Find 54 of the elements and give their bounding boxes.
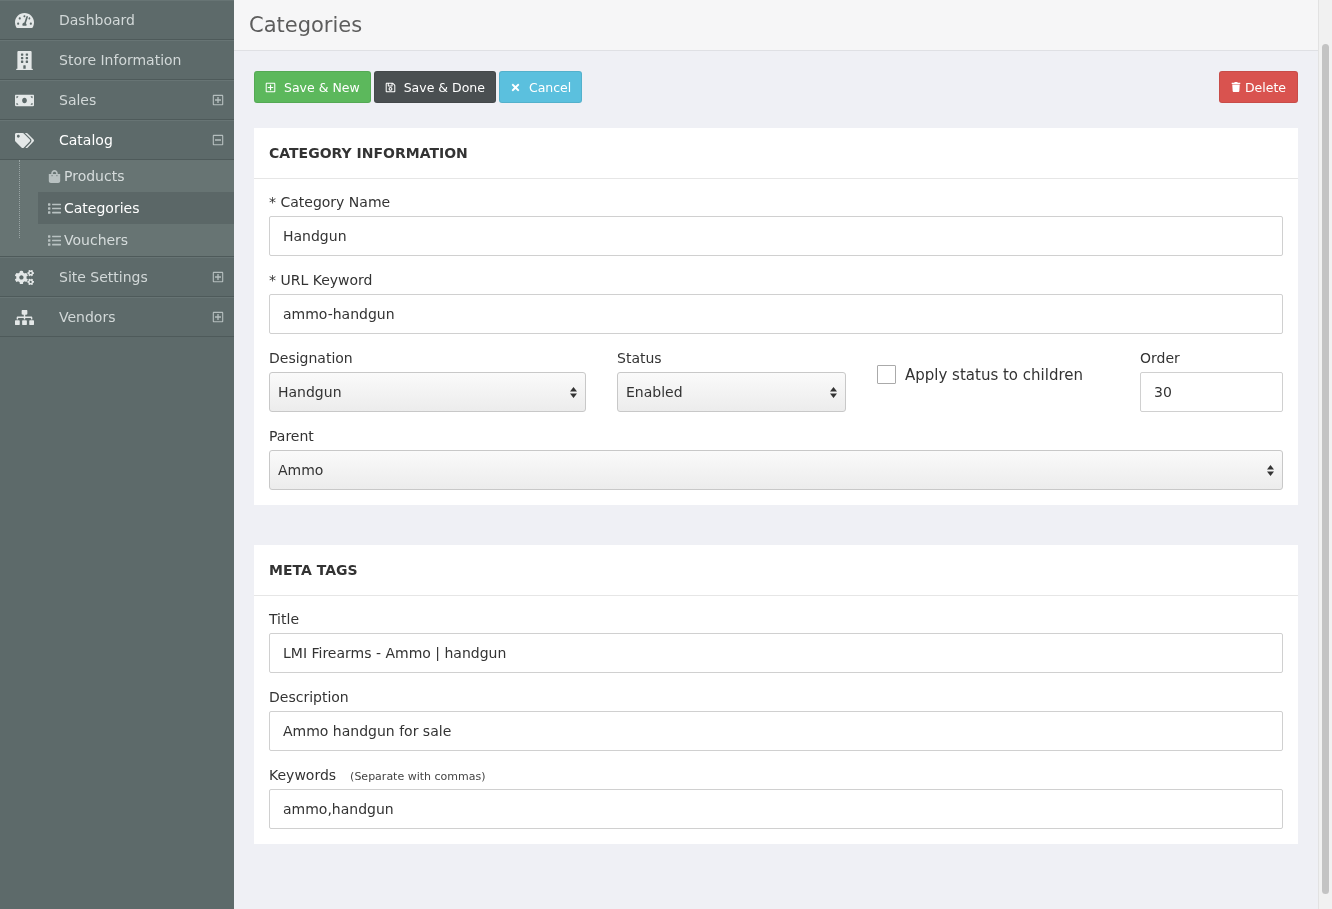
list-icon <box>48 233 61 247</box>
field-label: Order <box>1140 350 1180 366</box>
expand-icon[interactable] <box>212 271 224 283</box>
list-icon <box>48 201 61 215</box>
checkbox-label: Apply status to children <box>905 365 1083 384</box>
card-title: CATEGORY INFORMATION <box>254 128 1298 179</box>
field-label: Description <box>269 689 349 705</box>
scrollbar[interactable] <box>1318 0 1332 909</box>
sitemap-icon <box>14 307 34 327</box>
updown-arrows-icon <box>830 386 837 398</box>
sidebar-item[interactable]: Site Settings <box>0 257 234 297</box>
expand-icon[interactable] <box>212 311 224 323</box>
save-icon <box>384 81 396 93</box>
toolbar-button[interactable]: Save & Done <box>373 71 496 103</box>
dashboard-icon <box>14 10 34 30</box>
sidebar-item[interactable]: Dashboard <box>0 0 234 40</box>
updown-arrows-icon <box>1267 464 1274 476</box>
field-label: Keywords <box>269 767 337 783</box>
text-field[interactable]: LMI Firearms - Ammo | handgun <box>269 633 1283 673</box>
text-field[interactable]: ammo,handgun <box>269 789 1283 829</box>
checkbox[interactable] <box>877 365 896 384</box>
building-icon <box>14 50 34 70</box>
field-label: * URL Keyword <box>269 272 373 288</box>
text-field[interactable]: 30 <box>1140 372 1283 412</box>
sidebar-item[interactable]: Vendors <box>0 297 234 337</box>
sidebar-subitem[interactable]: Categories <box>38 192 234 224</box>
sidebar-item[interactable]: Sales <box>0 80 234 120</box>
sidebar-subitem[interactable]: Vouchers <box>38 224 234 256</box>
card-title: META TAGS <box>254 545 1298 596</box>
select-field[interactable]: Enabled <box>617 372 846 412</box>
updown-arrows-icon <box>570 386 577 398</box>
field-hint: (Separate with commas) <box>350 770 486 783</box>
text-field[interactable]: ammo-handgun <box>269 294 1283 334</box>
gears-icon <box>14 267 34 287</box>
sidebar-subitem[interactable]: Products <box>38 160 234 192</box>
bag-icon <box>48 169 61 183</box>
page-title: Categories <box>249 13 363 37</box>
field-label: Status <box>617 350 663 366</box>
expand-icon[interactable] <box>212 94 224 106</box>
field-label: Parent <box>269 428 315 444</box>
select-field[interactable]: Handgun <box>269 372 586 412</box>
trash-icon <box>1230 82 1241 92</box>
select-field[interactable]: Ammo <box>269 450 1283 490</box>
field-label: Designation <box>269 350 354 366</box>
field-label: * Category Name <box>269 194 391 210</box>
tags-icon <box>14 130 34 150</box>
close-icon <box>509 81 521 93</box>
collapse-icon[interactable] <box>212 134 224 146</box>
delete-button[interactable]: Delete <box>1218 71 1298 103</box>
text-field[interactable]: Handgun <box>269 216 1283 256</box>
field-label: Title <box>269 611 299 627</box>
sidebar-item[interactable]: Store Information <box>0 40 234 80</box>
text-field[interactable]: Ammo handgun for sale <box>269 711 1283 751</box>
sidebar-item[interactable]: Catalog <box>0 120 234 160</box>
